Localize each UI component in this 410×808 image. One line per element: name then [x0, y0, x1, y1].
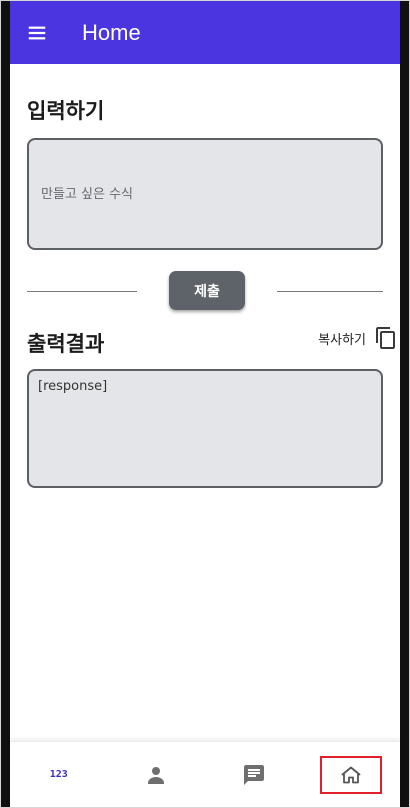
chat-icon [243, 764, 264, 785]
nav-item-profile[interactable] [108, 742, 206, 807]
app-bar: Home [10, 1, 400, 64]
copy-label: 복사하기 [318, 332, 366, 348]
bottom-navigation: 123 [10, 741, 400, 807]
nav-item-home[interactable] [303, 742, 401, 807]
hamburger-menu-icon [28, 26, 46, 39]
divider-right [277, 291, 383, 292]
formula-input[interactable] [39, 185, 371, 203]
nav-item-chat[interactable] [205, 742, 303, 807]
active-nav-highlight [320, 755, 383, 794]
page-title: Home [82, 19, 141, 45]
formula-input-box[interactable] [27, 138, 383, 250]
output-response-text: [response] [38, 379, 108, 394]
divider-left [27, 291, 137, 292]
submit-button[interactable]: 제출 [169, 271, 245, 310]
copy-icon [376, 327, 395, 349]
home-icon [341, 766, 361, 783]
numbers-icon: 123 [49, 769, 68, 780]
app-frame: Home 입력하기 제출 출력결과 복사하기 [response] 123 [0, 0, 410, 808]
copy-button[interactable]: 복사하기 [318, 326, 398, 350]
device-bezel-right [400, 1, 409, 807]
menu-button[interactable] [10, 1, 64, 64]
main-content: 입력하기 제출 출력결과 복사하기 [response] [10, 64, 400, 742]
device-bezel-left [1, 1, 10, 807]
input-section-title: 입력하기 [27, 99, 105, 123]
output-box: [response] [27, 369, 383, 488]
output-section-title: 출력결과 [27, 332, 105, 356]
person-icon [148, 766, 165, 784]
nav-item-numbers[interactable]: 123 [10, 742, 108, 807]
